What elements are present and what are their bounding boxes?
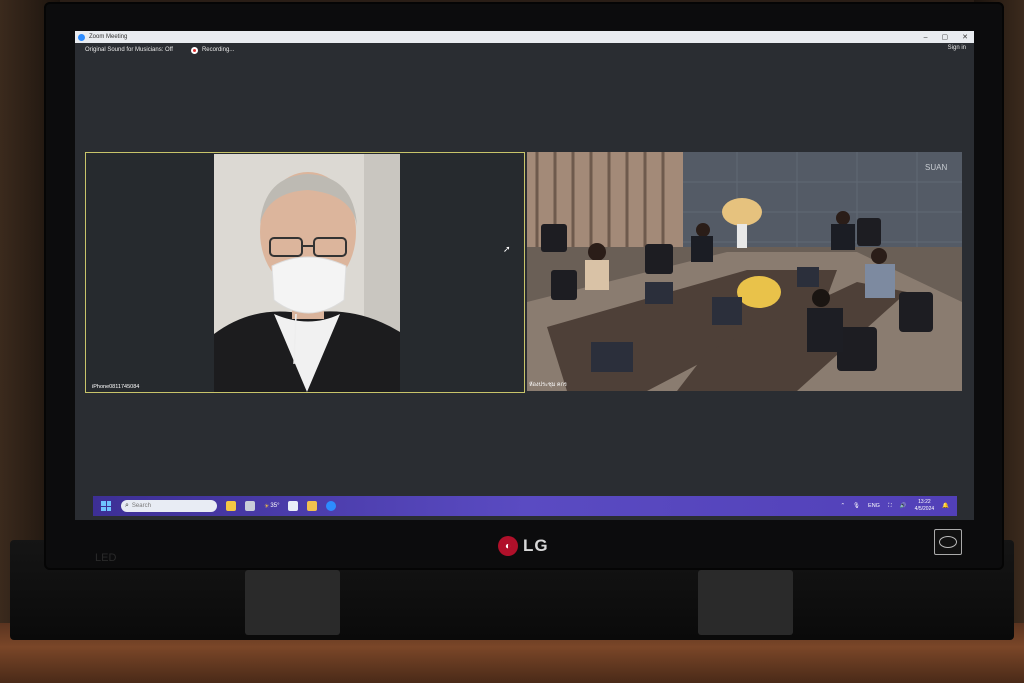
windows-start-icon[interactable] (101, 501, 111, 511)
participant-video-image (214, 154, 400, 392)
system-tray: ⌃ 🎙 ENG ⛶ 🔊 13:22 4/5/2024 🔔 (840, 496, 949, 516)
conference-room-video: SUAN (527, 152, 962, 391)
taskbar-clock[interactable]: 13:22 4/5/2024 (915, 499, 934, 513)
task-view-icon[interactable] (245, 501, 255, 511)
participant-video-tile-left[interactable]: iPhone0811745084 (85, 152, 525, 393)
volume-icon[interactable]: 🔊 (900, 503, 907, 509)
search-icon: ⌕ (125, 502, 129, 509)
language-indicator[interactable]: ENG (868, 503, 880, 509)
original-sound-toggle[interactable]: Original Sound for Musicians: Off (85, 47, 173, 53)
window-title: Zoom Meeting (89, 34, 128, 40)
clock-time: 13:22 (918, 499, 931, 505)
chevron-up-icon[interactable]: ⌃ (840, 503, 845, 509)
copilot-icon[interactable] (226, 501, 236, 511)
folder-icon[interactable] (307, 501, 318, 511)
participant-name-label: iPhone0811745084 (92, 384, 140, 390)
weather-widget[interactable]: ☀ 35° (264, 503, 279, 510)
stand-post-right (698, 570, 793, 635)
clock-date: 4/5/2024 (914, 506, 935, 512)
recording-label: Recording... (201, 47, 235, 53)
weather-temperature: 35° (270, 503, 280, 509)
zoom-window: Zoom Meeting – ▢ ✕ Original Sound for Mu… (75, 31, 974, 520)
meeting-topbar: Original Sound for Musicians: Off Record… (75, 43, 974, 57)
stand-post-left (245, 570, 340, 635)
window-titlebar: Zoom Meeting – ▢ ✕ (75, 31, 974, 43)
windows-taskbar: ⌕ Search ☀ 35° ⌃ 🎙 ENG ⛶ 🔊 13:22 4/5/202… (93, 496, 957, 516)
energy-star-icon (934, 529, 962, 555)
maximize-button[interactable]: ▢ (942, 33, 949, 41)
recording-indicator[interactable]: Recording... (190, 46, 235, 54)
record-icon (190, 46, 198, 54)
lg-brand-text: LG (523, 536, 549, 555)
taskbar-search-input[interactable]: ⌕ Search (121, 500, 217, 512)
zoom-taskbar-icon[interactable] (326, 501, 337, 511)
microphone-icon[interactable]: 🎙 (853, 503, 860, 509)
monitor-model-label: LED (95, 552, 117, 564)
participant-video-frame (214, 154, 400, 392)
mouse-cursor-icon: ➚ (503, 244, 511, 254)
window-controls: – ▢ ✕ (924, 31, 968, 43)
close-button[interactable]: ✕ (962, 33, 968, 41)
sun-icon: ☀ (264, 503, 270, 510)
lg-logo-icon: ◐ (498, 536, 518, 556)
notification-bell-icon[interactable]: 🔔 (942, 503, 949, 509)
svg-text:SUAN: SUAN (925, 163, 947, 172)
network-icon[interactable]: ⛶ (888, 503, 892, 510)
zoom-app-icon (78, 33, 85, 41)
search-placeholder: Search (131, 503, 151, 509)
minimize-button[interactable]: – (924, 34, 928, 41)
remote-room-name-label: ห้องประชุม คกร (529, 382, 567, 388)
lg-logo: ◐ LG (498, 536, 549, 556)
participant-video-tile-right[interactable]: SUAN ห้องประชุม คกร (527, 152, 962, 391)
file-explorer-icon[interactable] (288, 501, 299, 511)
sign-in-link[interactable]: Sign in (948, 45, 966, 51)
